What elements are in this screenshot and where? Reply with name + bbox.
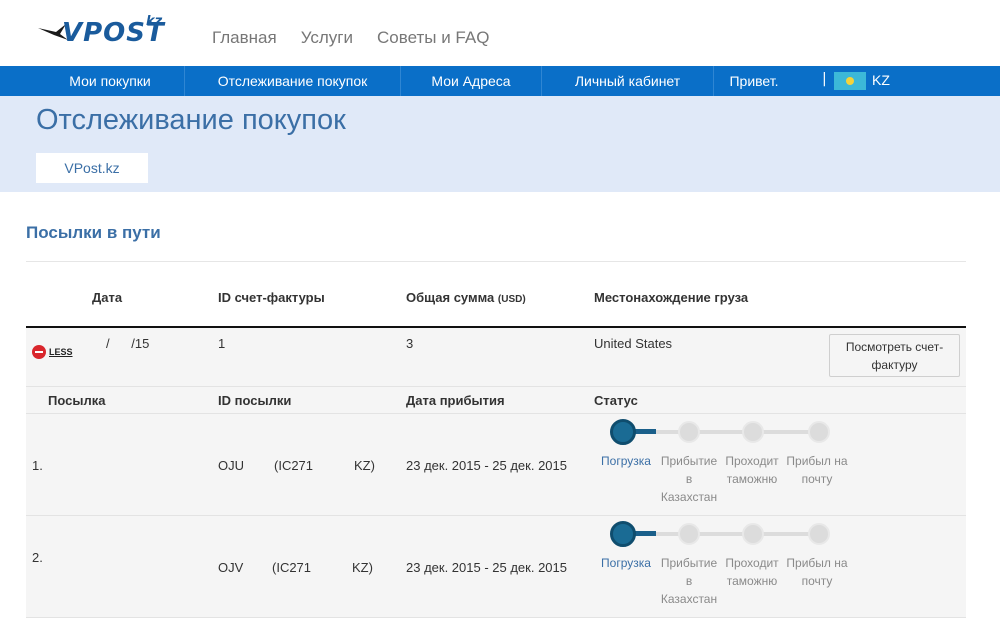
section-title: Посылки в пути xyxy=(26,223,161,242)
top-navigation: Главная Услуги Советы и FAQ xyxy=(212,28,489,48)
invoice-total: 3 xyxy=(406,336,414,351)
main-navbar: Мои покупки Отслеживание покупок Мои Адр… xyxy=(0,66,1000,96)
invoice-id: 1 xyxy=(218,336,226,351)
col-date: Дата xyxy=(92,290,123,305)
status-step-label: Прибыл на почту xyxy=(786,556,848,588)
parcel-id-part: (IC271 xyxy=(274,458,314,473)
status-step-dot xyxy=(678,421,700,443)
collapse-button[interactable]: LESS xyxy=(32,345,73,359)
status-tracker: Погрузка Прибытие в Казахстан Проходит т… xyxy=(598,414,858,514)
kazakhstan-flag-icon[interactable] xyxy=(834,72,866,90)
status-step-dot xyxy=(678,523,700,545)
parcel-id-part: KZ) xyxy=(352,560,373,575)
status-step-dot xyxy=(742,421,764,443)
status-step-label: Погрузка xyxy=(601,556,651,570)
navbar-separator: | xyxy=(822,71,827,87)
status-step-label: Прибытие в Казахстан xyxy=(660,454,718,504)
country-code[interactable]: KZ xyxy=(872,66,890,94)
table-header: Дата ID счет-фактуры Общая сумма (USD) М… xyxy=(26,262,966,327)
status-step-label: Прибыл на почту xyxy=(786,454,848,486)
parcel-arrival: 23 дек. 2015 - 25 дек. 2015 xyxy=(406,458,567,473)
status-step-dot xyxy=(808,421,830,443)
site-header: VPOST kz Главная Услуги Советы и FAQ xyxy=(0,0,1000,66)
nav-faq-link[interactable]: Советы и FAQ xyxy=(377,28,489,48)
parcel-id-part: KZ) xyxy=(354,458,375,473)
page-title: Отслеживание покупок xyxy=(36,104,346,136)
nav-services-link[interactable]: Услуги xyxy=(301,28,353,48)
navbar-item-my-addresses[interactable]: Мои Адреса xyxy=(401,66,542,96)
status-step-dot xyxy=(610,419,636,445)
parcel-id-part: OJU xyxy=(218,458,244,473)
navbar-item-account[interactable]: Личный кабинет xyxy=(542,66,714,96)
page-banner: Отслеживание покупок VPost.kz xyxy=(0,96,1000,192)
navbar-item-my-purchases[interactable]: Мои покупки xyxy=(36,66,185,96)
status-step-label: Проходит таможню xyxy=(725,556,779,588)
navbar-greeting: Привет. xyxy=(729,73,779,89)
status-step-label: Прибытие в Казахстан xyxy=(660,556,718,606)
status-tracker: Погрузка Прибытие в Казахстан Проходит т… xyxy=(598,516,858,616)
logo-suffix: kz xyxy=(146,14,163,29)
col-invoice-id: ID счет-фактуры xyxy=(218,290,325,305)
status-step-dot xyxy=(808,523,830,545)
vpost-logo[interactable]: VPOST kz xyxy=(38,14,168,54)
col-location: Местонахождение груза xyxy=(594,290,749,305)
col-parcel-id: ID посылки xyxy=(218,393,292,408)
col-status: Статус xyxy=(594,393,638,408)
parcel-table-header: Посылка ID посылки Дата прибытия Статус xyxy=(26,386,966,414)
view-invoice-button[interactable]: Посмотреть счет-фактуру xyxy=(829,334,960,377)
table-row: 2. OJV (IC271 KZ) 23 дек. 2015 - 25 дек.… xyxy=(26,516,966,618)
col-total: Общая сумма (USD) xyxy=(406,290,526,305)
invoice-location: United States xyxy=(594,336,673,351)
parcel-number: 2. xyxy=(32,550,43,565)
navbar-item-tracking[interactable]: Отслеживание покупок xyxy=(185,66,401,96)
nav-home-link[interactable]: Главная xyxy=(212,28,277,48)
breadcrumb[interactable]: VPost.kz xyxy=(36,153,148,183)
parcel-id-part: (IC271 xyxy=(272,560,312,575)
status-step-dot xyxy=(742,523,764,545)
col-arrival: Дата прибытия xyxy=(406,393,505,408)
parcel-number: 1. xyxy=(32,458,43,473)
invoice-row: LESS / /15 1 3 United States Посмотреть … xyxy=(26,328,966,386)
col-parcel: Посылка xyxy=(48,393,106,408)
status-step-dot xyxy=(610,521,636,547)
status-step-label: Проходит таможню xyxy=(725,454,779,486)
minus-icon xyxy=(32,345,46,359)
table-row: 1. OJU (IC271 KZ) 23 дек. 2015 - 25 дек.… xyxy=(26,414,966,516)
status-step-label: Погрузка xyxy=(601,454,651,468)
parcel-id-part: OJV xyxy=(218,560,244,575)
parcel-arrival: 23 дек. 2015 - 25 дек. 2015 xyxy=(406,560,567,575)
invoice-date: / /15 xyxy=(106,336,150,351)
